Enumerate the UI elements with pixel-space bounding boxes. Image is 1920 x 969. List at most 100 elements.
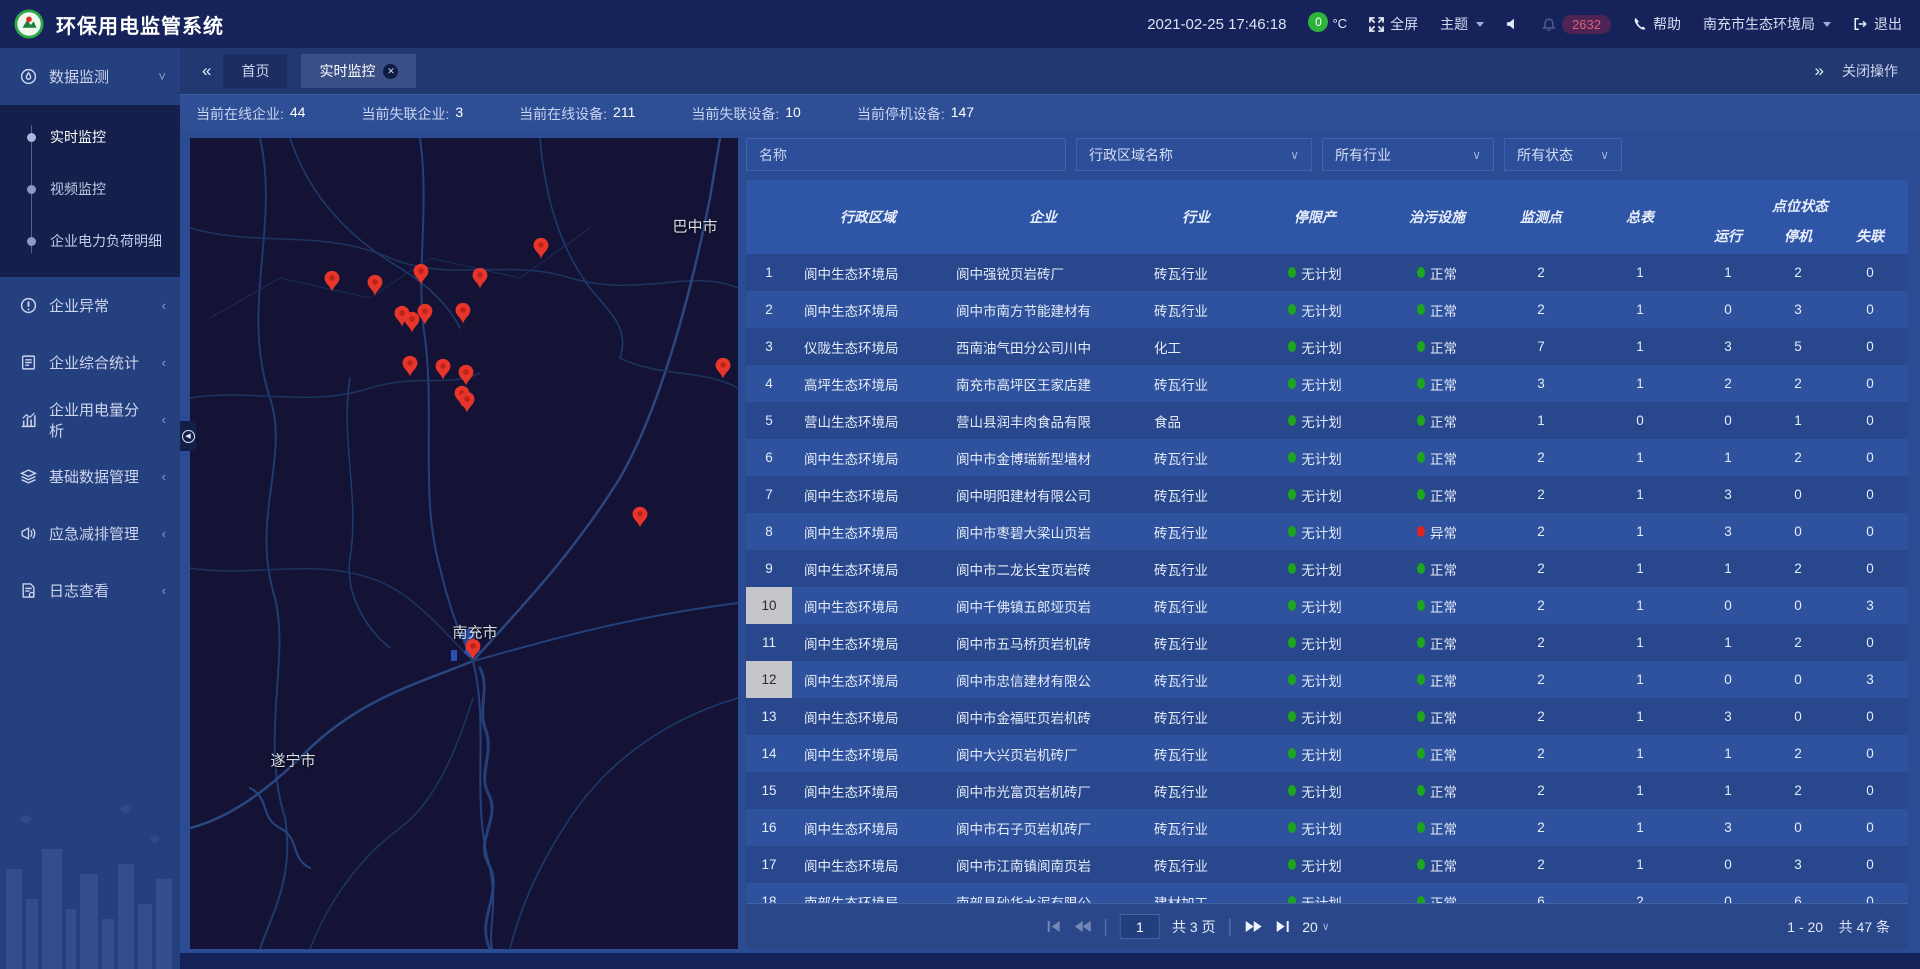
fullscreen-button[interactable]: 全屏: [1369, 14, 1418, 34]
name-search-input[interactable]: [759, 147, 1053, 163]
map-marker-icon[interactable]: [472, 267, 489, 290]
cell-run: 0: [1692, 302, 1764, 317]
table-row[interactable]: 4高坪生态环境局南充市高坪区王家店建砖瓦行业无计划正常31220: [746, 365, 1908, 402]
sidebar-item-realtime-monitor[interactable]: 实时监控: [0, 111, 180, 163]
theme-dropdown[interactable]: 主题: [1440, 14, 1484, 34]
sidebar-item-label: 数据监测: [49, 66, 146, 87]
sidebar-item-enterprise-stats[interactable]: 企业综合统计‹: [0, 334, 180, 391]
sidebar-item-base-data[interactable]: 基础数据管理‹: [0, 448, 180, 505]
cell-run: 1: [1692, 450, 1764, 465]
cell-total: 1: [1588, 450, 1692, 465]
table-row[interactable]: 5营山生态环境局营山县润丰肉食品有限食品无计划正常10010: [746, 402, 1908, 439]
region-select[interactable]: 行政区域名称 ∨: [1076, 138, 1312, 171]
next-page-button[interactable]: [1244, 920, 1262, 933]
sidebar-collapse-handle[interactable]: ◀: [180, 421, 196, 451]
close-operations-button[interactable]: 关闭操作: [1842, 61, 1898, 81]
map-marker-icon[interactable]: [417, 303, 434, 326]
map-marker-icon[interactable]: [413, 263, 430, 286]
enterprise-panel: 行政区域名称 ∨ 所有行业 ∨ 所有状态 ∨: [746, 138, 1908, 949]
row-index: 8: [746, 524, 792, 539]
map-panel[interactable]: 巴中市南充市遂宁市: [190, 138, 738, 949]
table-row[interactable]: 15阆中生态环境局阆中市光富页岩机砖厂砖瓦行业无计划正常21120: [746, 772, 1908, 809]
prev-page-button[interactable]: [1073, 920, 1091, 933]
table-row[interactable]: 9阆中生态环境局阆中市二龙长宝页岩砖砖瓦行业无计划正常21120: [746, 550, 1908, 587]
industry-select[interactable]: 所有行业 ∨: [1322, 138, 1494, 171]
cell-company: 阆中千佛镇五郎垭页岩: [944, 596, 1142, 616]
table-row[interactable]: 10阆中生态环境局阆中千佛镇五郎垭页岩砖瓦行业无计划正常21003: [746, 587, 1908, 624]
status-dot-icon: [1417, 711, 1425, 722]
cell-total: 1: [1588, 598, 1692, 613]
map-marker-icon[interactable]: [455, 302, 472, 325]
cell-company: 阆中明阳建材有限公司: [944, 485, 1142, 505]
status-dot-icon: [1288, 711, 1296, 722]
sidebar-item-enterprise-abnormal[interactable]: 企业异常‹: [0, 277, 180, 334]
sound-toggle-button[interactable]: [1506, 17, 1520, 31]
chevron-down-icon: ∨: [1472, 148, 1481, 162]
table-row[interactable]: 1阆中生态环境局阆中强锐页岩砖厂砖瓦行业无计划正常21120: [746, 254, 1908, 291]
cell-limit: 无计划: [1250, 522, 1380, 542]
table-row[interactable]: 3仪陇生态环境局西南油气田分公司川中化工无计划正常71350: [746, 328, 1908, 365]
status-dot-icon: [1417, 822, 1425, 833]
cell-run: 0: [1692, 894, 1764, 903]
map-marker-icon[interactable]: [533, 237, 550, 260]
table-row[interactable]: 17阆中生态环境局阆中市江南镇阆南页岩砖瓦行业无计划正常21030: [746, 846, 1908, 883]
tabs-scroll-left-button[interactable]: «: [202, 61, 209, 81]
sidebar-item-power-load-detail[interactable]: 企业电力负荷明细: [0, 215, 180, 267]
cell-lost: 0: [1832, 302, 1908, 317]
table-row[interactable]: 11阆中生态环境局阆中市五马桥页岩机砖砖瓦行业无计划正常21120: [746, 624, 1908, 661]
help-button[interactable]: 帮助: [1633, 14, 1681, 34]
map-marker-icon[interactable]: [458, 364, 475, 387]
sidebar-item-video-monitor[interactable]: 视频监控: [0, 163, 180, 215]
table-row[interactable]: 13阆中生态环境局阆中市金福旺页岩机砖砖瓦行业无计划正常21300: [746, 698, 1908, 735]
cell-lost: 0: [1832, 635, 1908, 650]
cell-limit: 无计划: [1250, 818, 1380, 838]
sidebar-item-emergency-mgmt[interactable]: 应急减排管理‹: [0, 505, 180, 562]
status-dot-icon: [1417, 378, 1425, 389]
sidebar-item-label: 基础数据管理: [49, 466, 150, 487]
map-city-label: 巴中市: [672, 216, 717, 237]
page-size-select[interactable]: 20 ∨: [1302, 919, 1330, 935]
map-marker-icon[interactable]: [632, 506, 649, 529]
table-row[interactable]: 14阆中生态环境局阆中大兴页岩机砖厂砖瓦行业无计划正常21120: [746, 735, 1908, 772]
tab-home[interactable]: 首页: [223, 54, 287, 88]
col-region: 行政区域: [792, 180, 944, 254]
map-marker-icon[interactable]: [715, 357, 732, 380]
last-page-button[interactable]: [1274, 920, 1290, 933]
temperature-unit: °C: [1332, 16, 1347, 31]
table-row[interactable]: 6阆中生态环境局阆中市金博瑞新型墙材砖瓦行业无计划正常21120: [746, 439, 1908, 476]
map-marker-icon[interactable]: [435, 358, 452, 381]
cell-monitor: 2: [1494, 820, 1588, 835]
cell-total: 1: [1588, 302, 1692, 317]
notifications-button[interactable]: 2632: [1542, 15, 1611, 34]
map-marker-icon[interactable]: [367, 274, 384, 297]
table-row[interactable]: 8阆中生态环境局阆中市枣碧大梁山页岩砖瓦行业无计划异常21300: [746, 513, 1908, 550]
tab-realtime-monitor[interactable]: 实时监控 ✕: [301, 54, 416, 88]
sidebar-item-log-view[interactable]: 日志查看‹: [0, 562, 180, 619]
cell-company: 阆中市光富页岩机砖厂: [944, 781, 1142, 801]
cell-region: 阆中生态环境局: [792, 522, 944, 542]
tab-close-icon[interactable]: ✕: [383, 64, 398, 79]
cell-lost: 0: [1832, 820, 1908, 835]
map-marker-icon[interactable]: [465, 638, 482, 661]
org-dropdown[interactable]: 南充市生态环境局: [1703, 14, 1831, 34]
page-number-input[interactable]: 1: [1120, 914, 1160, 939]
map-marker-icon[interactable]: [402, 355, 419, 378]
sidebar-item-power-analysis[interactable]: 企业用电量分析‹: [0, 391, 180, 448]
status-dot-icon: [1417, 452, 1425, 463]
sidebar-item-data-monitoring[interactable]: 数据监测˅: [0, 48, 180, 105]
map-marker-icon[interactable]: [459, 391, 476, 414]
table-row[interactable]: 7阆中生态环境局阆中明阳建材有限公司砖瓦行业无计划正常21300: [746, 476, 1908, 513]
logout-button[interactable]: 退出: [1853, 14, 1902, 34]
table-row[interactable]: 2阆中生态环境局阆中市南方节能建材有砖瓦行业无计划正常21030: [746, 291, 1908, 328]
cell-facility: 正常: [1380, 448, 1494, 468]
chevron-down-icon: ∨: [1290, 148, 1299, 162]
tabs-scroll-right-button[interactable]: »: [1815, 61, 1822, 81]
tab-realtime-label: 实时监控: [319, 61, 375, 81]
map-marker-icon[interactable]: [324, 270, 341, 293]
table-row[interactable]: 18南部生态环境局南部县砂华水泥有限公建材加工无计划正常62060: [746, 883, 1908, 903]
table-row[interactable]: 16阆中生态环境局阆中市石子页岩机砖厂砖瓦行业无计划正常21300: [746, 809, 1908, 846]
status-select[interactable]: 所有状态 ∨: [1504, 138, 1622, 171]
table-row[interactable]: 12阆中生态环境局阆中市忠信建材有限公砖瓦行业无计划正常21003: [746, 661, 1908, 698]
cell-region: 高坪生态环境局: [792, 374, 944, 394]
first-page-button[interactable]: [1045, 920, 1061, 933]
